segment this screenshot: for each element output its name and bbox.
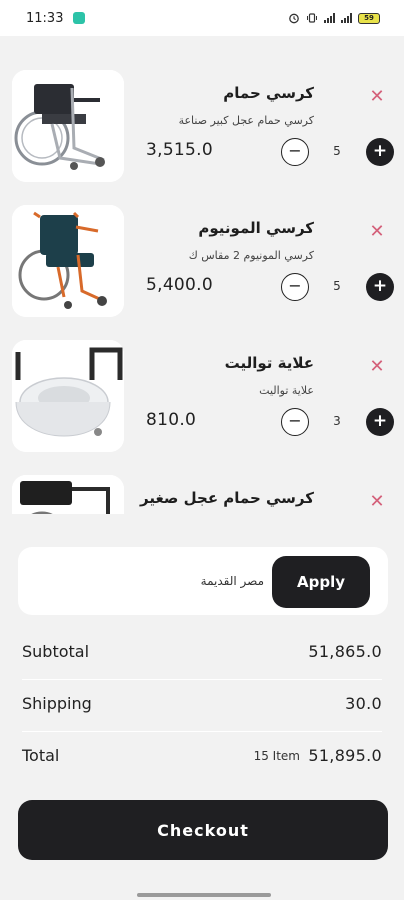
item-count: 15 Item — [253, 749, 300, 763]
item-price: 810.0 — [146, 410, 197, 430]
decrease-quantity-button[interactable]: − — [281, 138, 309, 166]
item-price: 3,515.0 — [146, 140, 213, 160]
coupon-input[interactable] — [38, 565, 264, 597]
decrease-quantity-button[interactable]: − — [281, 408, 309, 436]
increase-quantity-button[interactable]: + — [366, 138, 394, 166]
cart-list[interactable]: كرسي حمام كرسي حمام عجل كبير صناعة 3,515… — [0, 36, 404, 514]
item-description: كرسي حمام عجل كبير صناعة — [178, 114, 314, 127]
item-description: علاية تواليت — [259, 384, 314, 397]
item-price: 5,400.0 — [146, 275, 213, 295]
status-left: 11:33 — [26, 10, 86, 26]
decrease-quantity-button[interactable]: − — [281, 273, 309, 301]
status-bar: 11:33 59 — [0, 0, 404, 36]
cart-item: علاية تواليت علاية تواليت 810.0 ✕ − 3 + — [0, 340, 404, 460]
subtotal-value: 51,865.0 — [308, 642, 382, 661]
total-label: Total — [22, 746, 60, 765]
shipping-label: Shipping — [22, 694, 92, 713]
cart-item: كرسي حمام كرسي حمام عجل كبير صناعة 3,515… — [0, 70, 404, 190]
total-value: 51,895.0 — [308, 746, 382, 765]
coupon-card: Apply — [18, 547, 388, 615]
battery-icon: 59 — [358, 12, 380, 24]
item-title: كرسي المونيوم — [198, 219, 314, 237]
item-quantity: 3 — [333, 414, 341, 428]
signal-icon — [324, 13, 335, 23]
aluminum-wheelchair-image — [12, 205, 124, 317]
subtotal-row: Subtotal 51,865.0 — [22, 626, 382, 676]
app-notification-icon — [73, 12, 86, 24]
status-time: 11:33 — [26, 10, 64, 26]
wheelchair-commode-image — [12, 70, 124, 182]
item-quantity: 5 — [333, 144, 341, 158]
item-title: علاية تواليت — [224, 354, 314, 372]
wheelchair-image — [12, 475, 124, 514]
cart-item: كرسي المونيوم كرسي المونيوم 2 مقاس ك 5,4… — [0, 205, 404, 325]
remove-item-button[interactable]: ✕ — [368, 223, 386, 241]
vibrate-icon — [307, 13, 317, 23]
total-row: Total 15 Item 51,895.0 — [22, 730, 382, 780]
cart-item: كرسي حمام عجل صغير ✕ — [0, 475, 404, 514]
remove-item-button[interactable]: ✕ — [368, 493, 386, 511]
toilet-raiser-image — [12, 340, 124, 452]
status-right: 59 — [288, 12, 380, 24]
apply-button[interactable]: Apply — [272, 556, 370, 608]
checkout-button[interactable]: Checkout — [18, 800, 388, 860]
item-quantity: 5 — [333, 279, 341, 293]
item-description: كرسي المونيوم 2 مقاس ك — [188, 249, 314, 262]
home-indicator[interactable] — [137, 893, 271, 897]
shipping-row: Shipping 30.0 — [22, 678, 382, 728]
remove-item-button[interactable]: ✕ — [368, 358, 386, 376]
item-title: كرسي حمام عجل صغير — [139, 489, 314, 507]
signal-icon — [341, 13, 352, 23]
shipping-value: 30.0 — [345, 694, 382, 713]
alarm-icon — [289, 13, 299, 24]
increase-quantity-button[interactable]: + — [366, 273, 394, 301]
subtotal-label: Subtotal — [22, 642, 90, 661]
remove-item-button[interactable]: ✕ — [368, 88, 386, 106]
increase-quantity-button[interactable]: + — [366, 408, 394, 436]
item-title: كرسي حمام — [223, 84, 314, 102]
